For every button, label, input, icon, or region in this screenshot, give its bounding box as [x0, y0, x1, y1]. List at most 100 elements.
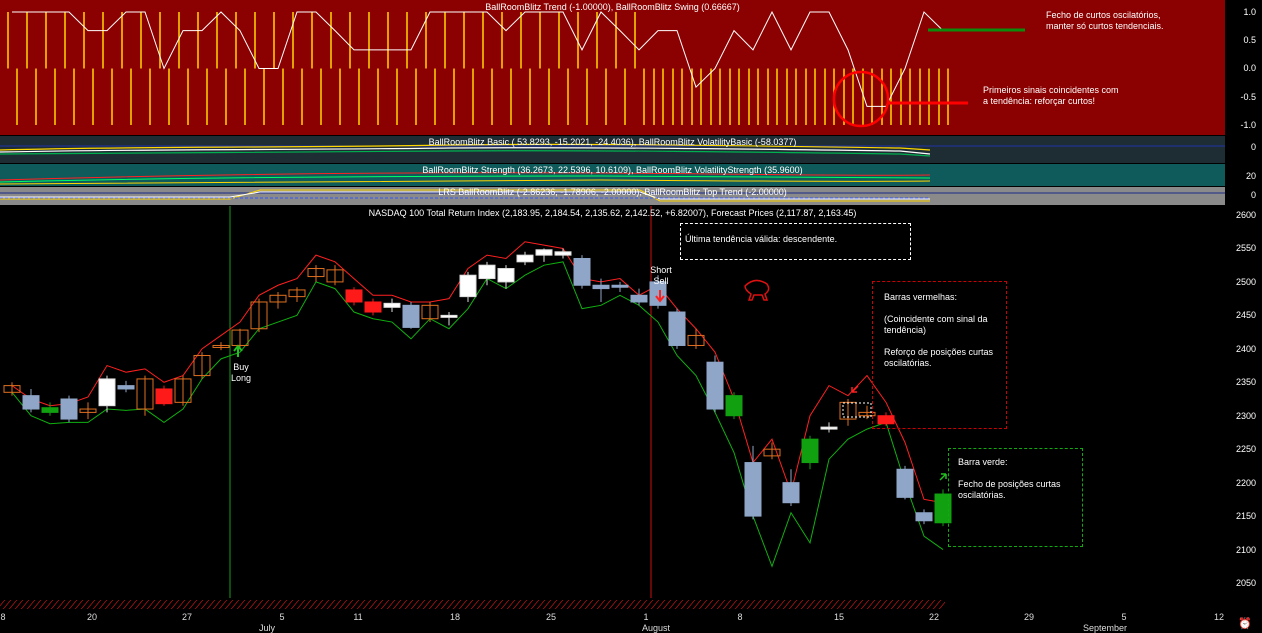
x-tick-label: 20 — [86, 612, 98, 622]
trend-tick: 0.5 — [1243, 35, 1256, 45]
trend-panel: BallRoomBlitz Trend (-1.00000), BallRoom… — [0, 0, 1225, 135]
candle-body — [535, 249, 553, 256]
candle-body — [725, 395, 743, 417]
price-tick: 2600 — [1235, 210, 1256, 220]
price-tick: 2500 — [1235, 277, 1256, 287]
lrs-panel-title: LRS BallRoomBlitz (-2.86236, -1.78906, -… — [438, 187, 787, 197]
candle-body — [155, 388, 173, 405]
strength-panel: BallRoomBlitz Strength (36.2673, 22.5396… — [0, 164, 1225, 186]
bear-icon — [744, 279, 770, 301]
forecast-low-line — [11, 261, 944, 568]
price-tick: 2100 — [1235, 545, 1256, 555]
price-tick: 2400 — [1235, 344, 1256, 354]
price-tick: 2550 — [1235, 243, 1256, 253]
candle-body — [820, 426, 838, 430]
candle-body — [611, 284, 629, 288]
x-tick-label: 22 — [928, 612, 940, 622]
price-tick: 2200 — [1235, 478, 1256, 488]
annotation-title: Barras vermelhas: — [884, 292, 958, 302]
candle-body — [915, 512, 933, 522]
strength-tick: 20 — [1245, 171, 1256, 181]
short-sell-label: Short Sell — [650, 265, 672, 286]
price-tick: 2250 — [1235, 444, 1256, 454]
candle-body — [592, 284, 610, 290]
candle-body — [364, 301, 382, 313]
lrs-panel: LRS BallRoomBlitz (-2.86236, -1.78906, -… — [0, 187, 1225, 205]
x-tick-label: 15 — [833, 612, 845, 622]
candle-body — [60, 398, 78, 420]
annotation-text: Fecho de posições curtas oscilatórias. — [958, 479, 1061, 500]
candle-body — [554, 251, 572, 256]
buy-long-label: Buy Long — [230, 362, 252, 383]
candle-body — [22, 395, 40, 410]
candle-body — [345, 289, 363, 303]
candle-body — [41, 407, 59, 413]
x-tick-label: 1 — [643, 612, 649, 622]
candle-body — [383, 302, 401, 308]
trend-panel-title: BallRoomBlitz Trend (-1.00000), BallRoom… — [485, 2, 740, 12]
highlight-circle — [832, 70, 890, 128]
candle-body — [668, 311, 686, 346]
candle-body — [630, 294, 648, 303]
trend-axis: 1.0 0.5 0.0 -0.5 -1.0 — [1225, 0, 1262, 135]
x-tick-label: 5 — [279, 612, 285, 622]
trend-tick: -1.0 — [1240, 120, 1256, 130]
candle-body — [478, 264, 496, 280]
price-tick: 2350 — [1235, 377, 1256, 387]
x-tick-label: 5 — [1121, 612, 1127, 622]
main-axis: 2600 2550 2500 2450 2400 2350 2300 2250 … — [1225, 206, 1262, 606]
trend-note-2: Primeiros sinais coincidentes com a tend… — [983, 85, 1119, 106]
annotation-box-trend: Última tendência válida: descendente. — [680, 223, 911, 260]
candle-body — [459, 274, 477, 298]
candle-body — [402, 304, 420, 328]
main-panel: NASDAQ 100 Total Return Index (2,183.95,… — [0, 206, 1225, 606]
x-tick-label: 29 — [1023, 612, 1035, 622]
x-tick-label: 8 — [737, 612, 743, 622]
candle-body — [117, 385, 135, 390]
x-tick-label: 27 — [181, 612, 193, 622]
x-tick-label: 25 — [545, 612, 557, 622]
candle-body — [744, 462, 762, 517]
trend-tick: 0.0 — [1243, 63, 1256, 73]
basic-axis: 0 — [1225, 136, 1262, 163]
x-tick-label: 11 — [353, 612, 363, 622]
basic-tick: 0 — [1250, 142, 1256, 152]
trend-tick: -0.5 — [1240, 92, 1256, 102]
annotation-text: Última tendência válida: descendente. — [685, 234, 838, 244]
strength-panel-title: BallRoomBlitz Strength (36.2673, 22.5396… — [422, 165, 803, 175]
price-tick: 2300 — [1235, 411, 1256, 421]
annotation-title: Barra verde: — [958, 457, 1008, 467]
candle-body — [98, 378, 116, 407]
trend-tick: 1.0 — [1243, 7, 1256, 17]
x-tick-label: 12 — [1213, 612, 1225, 622]
alarm-clock-icon[interactable]: ⏰ — [1238, 617, 1252, 630]
pointer-arrow-icon — [851, 385, 859, 393]
candle-body — [497, 268, 515, 283]
lrs-tick: 0 — [1250, 190, 1256, 200]
forecast-high-line — [11, 241, 944, 504]
lrs-axis: 0 — [1225, 187, 1262, 205]
main-panel-title: NASDAQ 100 Total Return Index (2,183.95,… — [368, 208, 857, 218]
price-tick: 2450 — [1235, 310, 1256, 320]
annotation-text: Reforço de posições curtas oscilatórias. — [884, 347, 994, 368]
candle-body — [706, 361, 724, 410]
hatch-strip — [0, 600, 945, 609]
basic-panel: BallRoomBlitz Basic ( 53.8293, -15.2021,… — [0, 136, 1225, 163]
candle-body — [801, 438, 819, 464]
annotation-box-red-bars: Barras vermelhas: (Coincidente com sinal… — [872, 281, 1007, 429]
price-tick: 2150 — [1235, 511, 1256, 521]
x-tick-label: 8 — [0, 612, 6, 622]
swing-line — [12, 10, 944, 107]
strength-axis: 20 — [1225, 164, 1262, 186]
annotation-text: (Coincidente com sinal da tendência) — [884, 314, 988, 335]
annotation-box-green-bar: Barra verde: Fecho de posições curtas os… — [948, 448, 1083, 547]
trend-plot — [7, 10, 1025, 128]
candle-body — [896, 468, 914, 498]
candle-body — [440, 314, 458, 318]
pointer-arrow-icon — [939, 473, 947, 481]
basic-line-green — [0, 150, 931, 157]
trend-note-1: Fecho de curtos oscilatórios, manter só … — [1046, 10, 1164, 31]
basic-panel-title: BallRoomBlitz Basic ( 53.8293, -15.2021,… — [428, 137, 797, 147]
x-tick-label: 18 — [449, 612, 461, 622]
candle-body — [516, 254, 534, 263]
